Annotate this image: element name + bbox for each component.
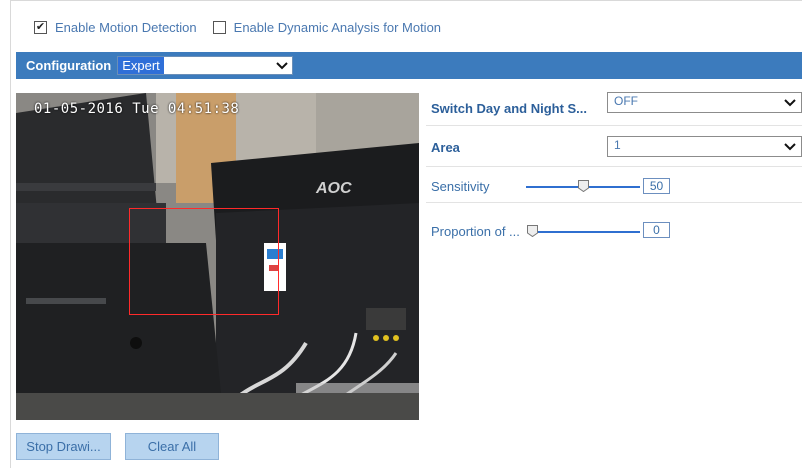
- stop-drawing-button[interactable]: Stop Drawi...: [16, 433, 111, 460]
- video-timestamp-osd: 01-05-2016 Tue 04:51:38: [34, 101, 240, 117]
- divider: [426, 125, 802, 126]
- configuration-bar: Configuration Expert: [16, 52, 802, 79]
- sensitivity-slider-thumb[interactable]: [578, 180, 589, 192]
- enable-motion-detection-checkbox[interactable]: ✔: [34, 20, 47, 34]
- sensitivity-label: Sensitivity: [431, 179, 490, 194]
- svg-text:AOC: AOC: [315, 180, 352, 197]
- configuration-select[interactable]: Expert: [117, 56, 294, 75]
- switch-day-night-select[interactable]: OFF: [607, 92, 802, 113]
- switch-day-night-label: Switch Day and Night S...: [431, 101, 588, 116]
- enable-dynamic-analysis-label[interactable]: Enable Dynamic Analysis for Motion: [234, 20, 441, 35]
- chevron-down-icon: [784, 143, 796, 151]
- enable-dynamic-analysis-checkbox[interactable]: [212, 20, 226, 34]
- proportion-value-box[interactable]: 0: [643, 222, 670, 238]
- divider: [426, 202, 802, 203]
- proportion-slider-thumb[interactable]: [527, 225, 538, 237]
- frame-left-border: [10, 0, 11, 468]
- frame-top-border: [10, 0, 802, 1]
- clear-all-button[interactable]: Clear All: [125, 433, 219, 460]
- area-value: 1: [614, 138, 621, 152]
- divider: [426, 166, 802, 167]
- proportion-label: Proportion of ...: [431, 224, 520, 239]
- configuration-selected-value: Expert: [118, 57, 164, 74]
- chevron-down-icon: [784, 99, 796, 107]
- area-select[interactable]: 1: [607, 136, 802, 157]
- area-label: Area: [431, 140, 460, 155]
- configuration-label: Configuration: [26, 58, 112, 73]
- motion-detection-area-rect[interactable]: [129, 208, 279, 315]
- chevron-down-icon: [276, 62, 288, 70]
- video-preview[interactable]: AOC 01-05-2016 Tue 04:51:38: [16, 93, 419, 420]
- switch-day-night-value: OFF: [614, 94, 638, 108]
- checkbox-row: ✔ Enable Motion Detection Enable Dynamic…: [34, 17, 441, 37]
- enable-motion-detection-label[interactable]: Enable Motion Detection: [55, 20, 197, 35]
- proportion-slider-track[interactable]: [528, 231, 640, 233]
- sensitivity-value-box[interactable]: 50: [643, 178, 670, 194]
